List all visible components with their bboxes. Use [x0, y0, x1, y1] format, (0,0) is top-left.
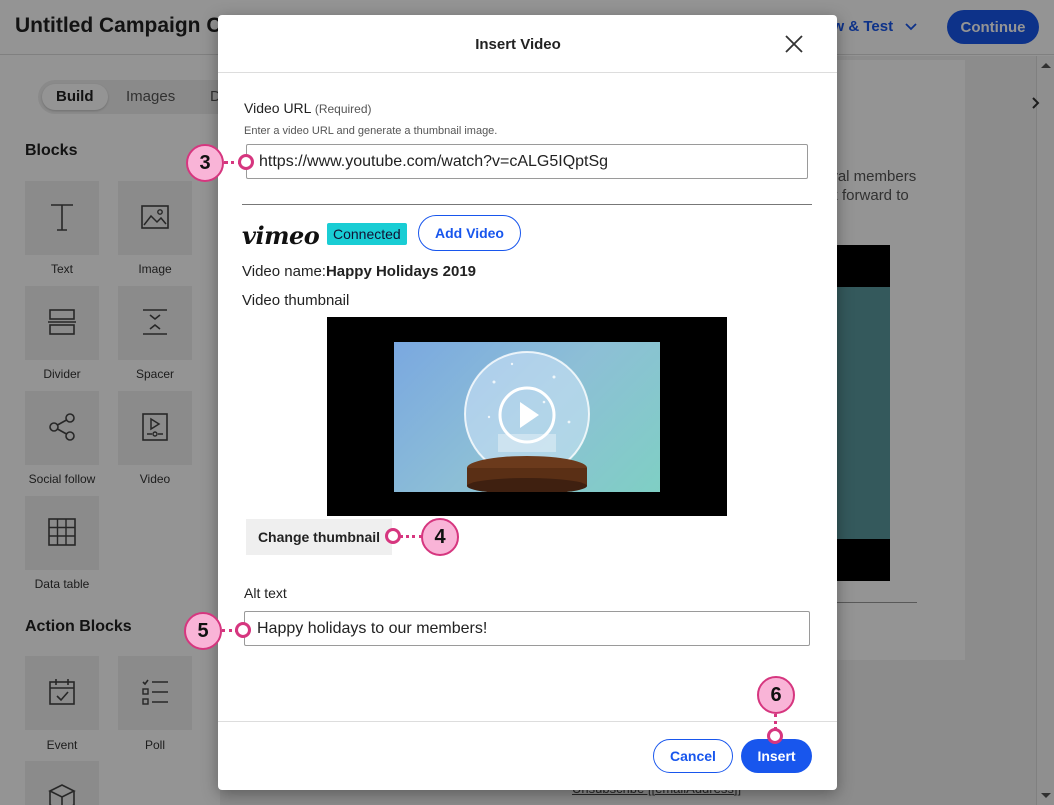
video-name-label: Video name: [242, 263, 326, 280]
callout-4-marker [385, 528, 401, 544]
section-divider [242, 204, 812, 205]
required-marker: (Required) [314, 102, 372, 116]
video-thumbnail [327, 317, 727, 516]
video-name-value: Happy Holidays 2019 [325, 263, 477, 280]
callout-3: 3 [186, 144, 224, 182]
dialog-header: Insert Video [218, 15, 837, 73]
alt-text-input[interactable]: Happy holidays to our members! [244, 611, 810, 646]
video-url-label: Video URL (Required) [244, 100, 372, 116]
callout-4-connector [399, 535, 423, 538]
video-name: Video name:Happy Holidays 2019 [242, 263, 476, 280]
callout-5-marker [235, 622, 251, 638]
video-thumbnail-label: Video thumbnail [242, 292, 350, 309]
callout-6-marker [767, 728, 783, 744]
dialog-footer: Cancel Insert [218, 721, 837, 790]
cancel-button[interactable]: Cancel [653, 739, 733, 773]
callout-4: 4 [421, 518, 459, 556]
callout-3-marker [238, 154, 254, 170]
play-icon [498, 386, 556, 444]
insert-button[interactable]: Insert [741, 739, 812, 773]
close-icon [785, 35, 803, 53]
insert-video-dialog: Insert Video Video URL (Required) Enter … [218, 15, 837, 790]
connected-badge: Connected [327, 223, 407, 245]
callout-6: 6 [757, 676, 795, 714]
video-url-label-text: Video URL [244, 100, 311, 116]
dialog-title: Insert Video [475, 36, 561, 53]
callout-5: 5 [184, 612, 222, 650]
video-url-input[interactable]: https://www.youtube.com/watch?v=cALG5IQp… [246, 144, 808, 179]
alt-text-label: Alt text [244, 585, 287, 601]
vimeo-logo: vimeo [242, 221, 320, 250]
video-url-help: Enter a video URL and generate a thumbna… [244, 125, 498, 137]
add-video-button[interactable]: Add Video [418, 215, 521, 251]
close-button[interactable] [783, 33, 805, 55]
change-thumbnail-button[interactable]: Change thumbnail [246, 519, 392, 555]
thumbnail-image [394, 342, 660, 492]
